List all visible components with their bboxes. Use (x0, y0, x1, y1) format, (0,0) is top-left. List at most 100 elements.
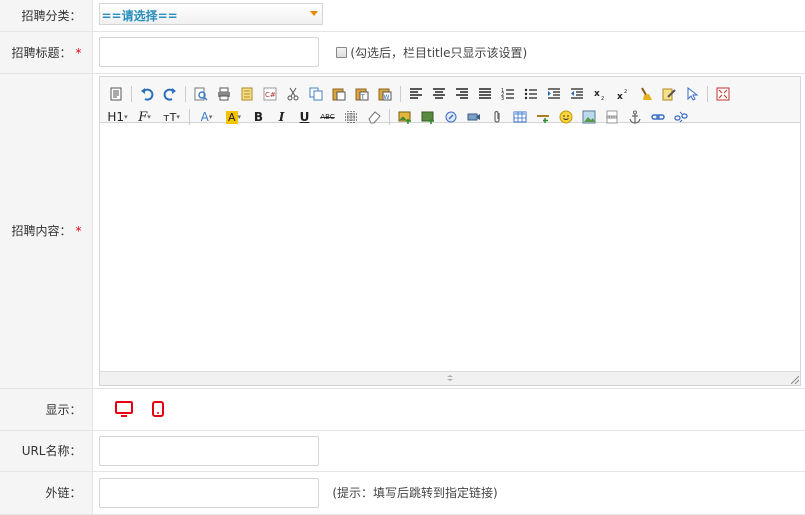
undo-icon[interactable] (137, 84, 157, 104)
insert-flash-icon[interactable] (441, 107, 461, 127)
italic-button[interactable]: I (272, 107, 292, 127)
display-label: 显示： (0, 388, 93, 431)
external-link-field: (提示：填写后跳转到指定链接) (92, 471, 805, 515)
align-left-icon[interactable] (406, 84, 426, 104)
mobile-icon[interactable] (152, 401, 165, 417)
edit-note-icon[interactable] (659, 84, 679, 104)
url-name-row: URL名称： (0, 430, 805, 472)
align-right-icon[interactable] (452, 84, 472, 104)
insert-table-icon[interactable] (510, 107, 530, 127)
display-field (92, 388, 805, 431)
anchor-icon[interactable] (625, 107, 645, 127)
editor-statusbar (99, 370, 800, 385)
svg-text:C#: C# (265, 91, 276, 99)
svg-text:x: x (617, 92, 623, 101)
toolbar-separator (184, 86, 186, 102)
attachment-icon[interactable] (487, 107, 507, 127)
svg-text:2: 2 (624, 89, 627, 95)
toolbar-separator (388, 109, 390, 125)
desktop-icon[interactable] (114, 401, 133, 417)
strikethrough-button[interactable]: ABC (318, 107, 338, 127)
title-row: 招聘标题： * (勾选后，栏目title只显示该设置) (0, 31, 805, 74)
svg-text:3: 3 (501, 96, 504, 101)
superscript-icon[interactable]: x2 (613, 84, 633, 104)
toolbar-row-1: C# T W 123 x 2 x 2 (106, 83, 800, 106)
editor-content-area[interactable] (100, 123, 800, 363)
horizontal-rule-icon[interactable] (533, 107, 553, 127)
title-label: 招聘标题： * (0, 31, 93, 74)
display-row: 显示： (0, 388, 805, 431)
heading-dropdown[interactable]: H1 ▾ (106, 107, 130, 127)
print-icon[interactable] (214, 84, 234, 104)
subscript-icon[interactable]: x2 (590, 84, 610, 104)
content-row: 招聘内容： * C# T W 1 2 3 x 2 x 2 H1 ▾ F ▾ тT… (0, 73, 805, 389)
eraser-icon[interactable] (364, 107, 384, 127)
dotted-grid-icon[interactable] (341, 107, 361, 127)
cut-icon[interactable] (283, 84, 303, 104)
underline-button[interactable]: U (295, 107, 315, 127)
svg-text:W: W (383, 94, 389, 101)
font-size-dropdown[interactable]: тT ▾ (160, 107, 184, 127)
dropdown-arrow-icon (309, 10, 318, 16)
external-link-input[interactable] (98, 477, 319, 508)
title-input[interactable] (98, 37, 319, 67)
content-field: C# T W 123 x 2 x 2 H1 ▾ F ▾ тT ▾ A ▾ A ▾… (92, 73, 805, 389)
highlight-color-button[interactable]: A ▾ (222, 107, 246, 127)
toolbar-separator (188, 109, 190, 125)
title-checkbox-hint: (勾选后，栏目title只显示该设置) (350, 45, 528, 60)
align-center-icon[interactable] (429, 84, 449, 104)
indent-icon[interactable] (544, 84, 564, 104)
resize-corner-icon[interactable] (790, 375, 799, 384)
external-link-hint: (提示：填写后跳转到指定链接) (332, 486, 498, 500)
source-icon[interactable] (106, 84, 126, 104)
page-break-icon[interactable] (602, 107, 622, 127)
preview-icon[interactable] (191, 84, 211, 104)
title-only-checkbox[interactable] (336, 46, 348, 58)
required-mark: * (75, 224, 82, 238)
image-manager-icon[interactable] (579, 107, 599, 127)
paste-word-icon[interactable]: W (375, 84, 395, 104)
cursor-icon[interactable] (682, 84, 702, 104)
copy-icon[interactable] (306, 84, 326, 104)
paste-icon[interactable] (329, 84, 349, 104)
redo-icon[interactable] (160, 84, 180, 104)
category-label: 招聘分类： (0, 0, 93, 32)
justify-icon[interactable] (475, 84, 495, 104)
title-field: (勾选后，栏目title只显示该设置) (92, 31, 805, 74)
editor-toolbar: C# T W 123 x 2 x 2 H1 ▾ F ▾ тT ▾ A ▾ A ▾… (99, 76, 800, 125)
content-label: 招聘内容： * (0, 73, 93, 389)
ordered-list-icon[interactable]: 123 (498, 84, 518, 104)
insert-video-icon[interactable] (464, 107, 484, 127)
outdent-icon[interactable] (567, 84, 587, 104)
insert-multi-image-icon[interactable] (418, 107, 438, 127)
external-link-label: 外链： (0, 471, 93, 515)
svg-text:2: 2 (601, 96, 604, 101)
template-icon[interactable] (237, 84, 257, 104)
external-link-row: 外链： (提示：填写后跳转到指定链接) (0, 471, 805, 515)
fullscreen-icon[interactable] (713, 84, 733, 104)
toolbar-separator (130, 86, 132, 102)
rich-text-editor: C# T W 123 x 2 x 2 H1 ▾ F ▾ тT ▾ A ▾ A ▾… (98, 75, 801, 386)
category-select[interactable]: ==请选择== (98, 2, 323, 25)
font-family-dropdown[interactable]: F ▾ (133, 107, 157, 127)
link-icon[interactable] (648, 107, 668, 127)
toolbar-separator (706, 86, 708, 102)
emoticon-icon[interactable] (556, 107, 576, 127)
url-name-field (92, 430, 805, 472)
category-field: ==请选择== (92, 0, 805, 32)
toolbar-separator (399, 86, 401, 102)
unordered-list-icon[interactable] (521, 84, 541, 104)
code-icon[interactable]: C# (260, 84, 280, 104)
unlink-icon[interactable] (671, 107, 691, 127)
required-mark: * (75, 45, 82, 60)
clear-format-icon[interactable] (636, 84, 656, 104)
bold-button[interactable]: B (249, 107, 269, 127)
svg-text:x: x (594, 89, 600, 99)
resize-grip-icon[interactable] (444, 374, 456, 381)
font-color-button[interactable]: A ▾ (195, 107, 219, 127)
paste-text-icon[interactable]: T (352, 84, 372, 104)
category-row: 招聘分类： ==请选择== (0, 0, 805, 32)
insert-image-icon[interactable] (395, 107, 415, 127)
category-select-value: ==请选择== (101, 8, 178, 23)
url-name-input[interactable] (98, 435, 319, 466)
